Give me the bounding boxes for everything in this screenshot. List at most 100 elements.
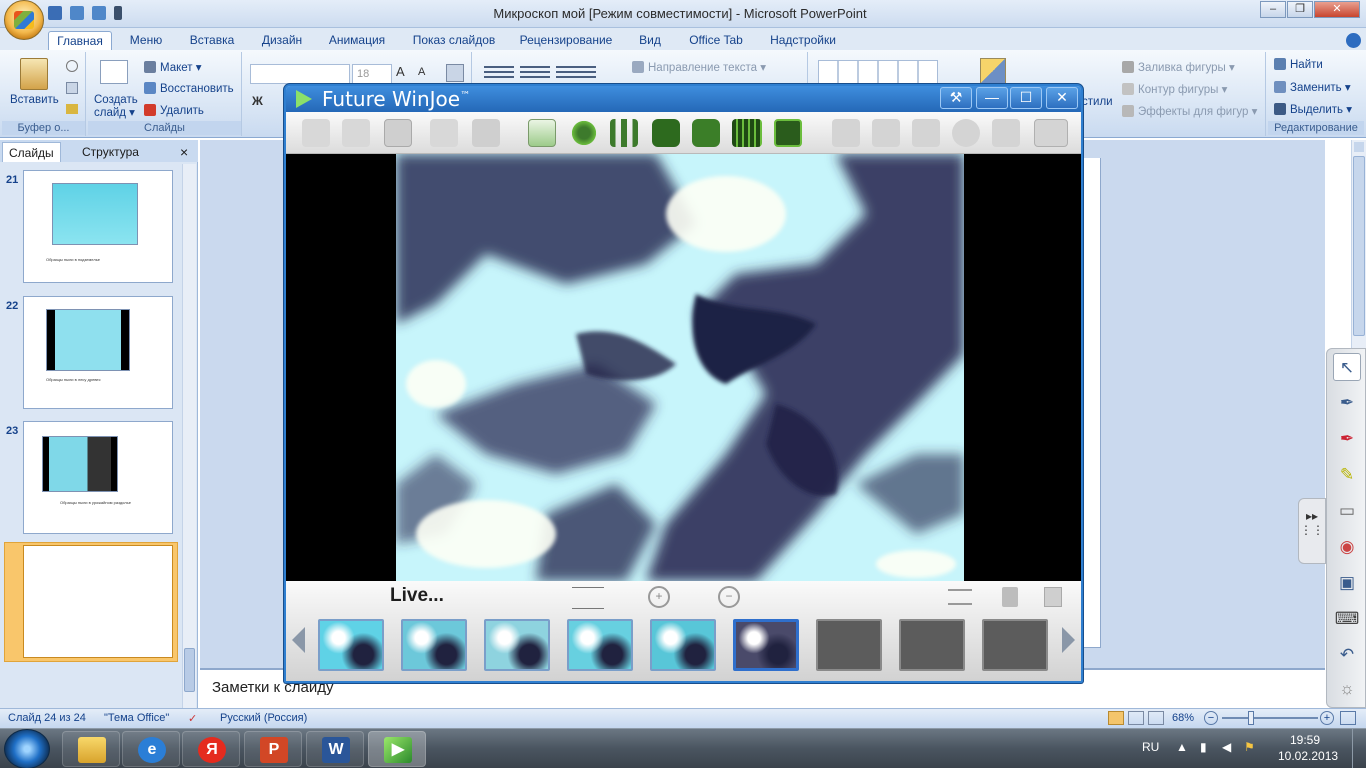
- fit-window-icon[interactable]: [948, 589, 972, 605]
- taskbar-word[interactable]: W: [306, 731, 364, 767]
- keyboard-language[interactable]: RU: [1142, 740, 1159, 754]
- customize-icon[interactable]: [114, 6, 122, 20]
- select-button[interactable]: Выделить ▾: [1274, 102, 1352, 116]
- resize-icon[interactable]: [872, 119, 900, 147]
- shrink-font-icon[interactable]: A: [418, 66, 434, 84]
- taskbar-yandex[interactable]: Я: [182, 731, 240, 767]
- keyboard-icon[interactable]: ⌨: [1333, 605, 1361, 633]
- capture-slot-empty[interactable]: [816, 619, 882, 671]
- email-icon[interactable]: [992, 119, 1020, 147]
- layout-button[interactable]: Макет ▾: [144, 60, 202, 74]
- undo-icon[interactable]: ↶: [1333, 641, 1361, 669]
- tab-slideshow[interactable]: Показ слайдов: [404, 31, 504, 50]
- clear-format-icon[interactable]: [446, 64, 464, 82]
- pen-blue-icon[interactable]: ✒: [1333, 389, 1361, 417]
- tab-office-tab[interactable]: Office Tab: [682, 31, 750, 50]
- paste-icon[interactable]: [20, 58, 48, 90]
- shape-outline-button[interactable]: Контур фигуры ▾: [1122, 82, 1227, 96]
- winjoe-settings-icon[interactable]: ⚒: [940, 87, 972, 109]
- font-size-field[interactable]: 18: [352, 64, 392, 84]
- save-icon[interactable]: [48, 6, 62, 20]
- zoom-out-icon[interactable]: −: [718, 586, 740, 608]
- strip-next-arrow[interactable]: [1062, 627, 1075, 653]
- paste-button[interactable]: Вставить: [10, 94, 59, 106]
- tab-insert[interactable]: Вставка: [184, 31, 240, 50]
- show-desktop-button[interactable]: [1352, 728, 1366, 768]
- taskbar-ie[interactable]: e: [122, 731, 180, 767]
- normal-view-icon[interactable]: [1108, 711, 1124, 725]
- slides-panel-scrollbar[interactable]: [182, 164, 196, 708]
- reset-button[interactable]: Восстановить: [144, 82, 234, 95]
- copy-icon[interactable]: [66, 82, 78, 94]
- bullets-icon[interactable]: [484, 66, 514, 80]
- font-name-field[interactable]: [250, 64, 350, 84]
- delete-all-icon[interactable]: [1044, 587, 1062, 607]
- network-icon[interactable]: ▮: [1200, 740, 1207, 754]
- shape-fill-button[interactable]: Заливка фигуры ▾: [1122, 60, 1235, 74]
- capture-slot-empty[interactable]: [982, 619, 1048, 671]
- highlighter-icon[interactable]: ✎: [1333, 461, 1361, 489]
- capture-thumbnail[interactable]: [484, 619, 550, 671]
- slide-sorter-icon[interactable]: [1128, 711, 1144, 725]
- new-slide-button[interactable]: Создать слайд ▾: [94, 94, 140, 120]
- open-icon[interactable]: [342, 119, 370, 147]
- strip-prev-arrow[interactable]: [292, 627, 305, 653]
- zoom-level[interactable]: 68%: [1172, 712, 1194, 724]
- redo-icon[interactable]: [92, 6, 106, 20]
- shape-effects-button[interactable]: Эффекты для фигур ▾: [1122, 104, 1257, 118]
- multi-snapshot-icon[interactable]: [692, 119, 720, 147]
- action-center-icon[interactable]: ⚑: [1244, 740, 1255, 754]
- delete-capture-icon[interactable]: [1002, 587, 1018, 607]
- zoom-slider[interactable]: [1222, 717, 1318, 719]
- tab-addins[interactable]: Надстройки: [764, 31, 842, 50]
- camera-source-icon[interactable]: [528, 119, 556, 147]
- screenshot-icon[interactable]: ▣: [1333, 569, 1361, 597]
- snapshot-icon[interactable]: [652, 119, 680, 147]
- taskbar-winjoe[interactable]: ▶: [368, 731, 426, 767]
- clear-ink-icon[interactable]: ◉: [1333, 533, 1361, 561]
- office-button[interactable]: [4, 0, 44, 40]
- adjust-icon[interactable]: [610, 119, 638, 147]
- new-icon[interactable]: [302, 119, 330, 147]
- capture-thumbnail[interactable]: [401, 619, 467, 671]
- print-icon[interactable]: [1034, 119, 1068, 147]
- tab-design[interactable]: Дизайн: [254, 31, 310, 50]
- zoom-in-icon[interactable]: +: [1320, 711, 1334, 725]
- eraser-icon[interactable]: ▭: [1333, 497, 1361, 525]
- zoom-in-icon[interactable]: +: [648, 586, 670, 608]
- format-painter-icon[interactable]: [66, 104, 78, 114]
- slide-thumbnail-21[interactable]: Образцы пыли в подземелье: [23, 170, 173, 283]
- tab-home[interactable]: Главная: [48, 31, 112, 50]
- scrollbar-thumb[interactable]: [184, 648, 195, 692]
- minimize-button[interactable]: –: [1260, 1, 1286, 18]
- winjoe-close-button[interactable]: ✕: [1046, 87, 1078, 109]
- slide-thumbnail-22[interactable]: Образцы пыли в лесу древес: [23, 296, 173, 409]
- replace-button[interactable]: Заменить ▾: [1274, 80, 1351, 94]
- slide-thumbnail-24[interactable]: [23, 545, 173, 658]
- pen-toolbar-toggle[interactable]: ▸▸ ⋮⋮: [1298, 498, 1326, 564]
- numbering-icon[interactable]: [520, 66, 550, 80]
- help-icon[interactable]: [1346, 33, 1361, 48]
- language-indicator[interactable]: Русский (Россия): [220, 712, 307, 724]
- text-direction-button[interactable]: Направление текста ▾: [632, 60, 766, 74]
- export-icon[interactable]: [832, 119, 860, 147]
- bold-button[interactable]: Ж: [252, 94, 272, 112]
- crosshair-icon[interactable]: [572, 587, 604, 609]
- pen-red-icon[interactable]: ✒: [1333, 425, 1361, 453]
- capture-thumbnail[interactable]: [567, 619, 633, 671]
- slideshow-view-icon[interactable]: [1148, 711, 1164, 725]
- brightness-icon[interactable]: [952, 119, 980, 147]
- find-button[interactable]: Найти: [1274, 58, 1323, 71]
- quick-styles-label[interactable]: стили: [1082, 96, 1113, 108]
- settings-gear-icon[interactable]: [570, 119, 598, 147]
- taskbar-powerpoint[interactable]: P: [244, 731, 302, 767]
- scroll-up-icon[interactable]: [1354, 142, 1364, 152]
- undo-icon[interactable]: [70, 6, 84, 20]
- scrollbar-thumb[interactable]: [1353, 156, 1365, 336]
- capture-thumbnail[interactable]: [650, 619, 716, 671]
- folder-icon[interactable]: [430, 119, 458, 147]
- new-slide-icon[interactable]: [100, 60, 128, 84]
- close-button[interactable]: ✕: [1314, 1, 1360, 18]
- live-camera-view[interactable]: [286, 154, 1081, 581]
- tray-expand-icon[interactable]: ▲: [1176, 740, 1188, 754]
